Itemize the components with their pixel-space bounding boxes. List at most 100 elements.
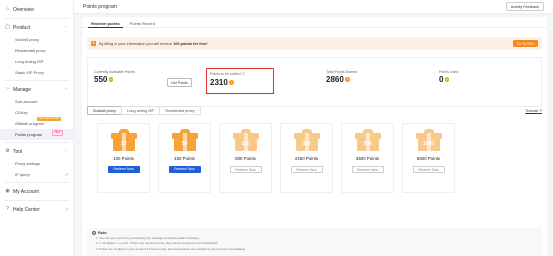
package-amount: 50 [181,141,188,147]
settled-points-value: 2310 [210,78,228,87]
commission-badge: 30% Commission [37,117,62,121]
sidebar-item-label: Static ISP Proxy [15,70,44,75]
sidebar-item-static-isp[interactable]: Static ISP Proxy [0,67,73,78]
activity-feedback-button[interactable]: Activity Feedback [505,2,544,11]
sidebar-item-points-program[interactable]: Points program NEW [0,129,73,140]
sidebar-product-label: Product [13,24,31,31]
sidebar-item-residential[interactable]: Residential proxy [0,45,73,56]
coin-icon [229,80,234,85]
tab-residential[interactable]: Residential proxy [159,106,201,115]
tool-icon: ⚙ [5,148,10,154]
package-points: 100 Points [113,156,134,161]
banner-text-bold: 100 points for free! [173,41,208,46]
package-amount: 10 [120,141,127,147]
gift-box-icon: 1000 [415,129,442,151]
stat-settled: Points to be settled ⓘ 2310 [210,72,245,87]
account-icon: ◉ [5,188,10,194]
package-points: 3500 Points [355,156,380,161]
package-card: 300 2250 Points Redeem Now [280,123,333,193]
tab-redeem-points[interactable]: Redeem points [88,17,123,28]
sidebar-item-label: Points program [15,132,43,137]
tab-socks5[interactable]: Socks5 proxy [87,106,122,115]
redeem-now-button[interactable]: Redeem Now [351,166,384,173]
gift-box-icon: 300 [293,129,320,151]
stat-available: Currently Available Points 550 [94,70,135,84]
arrow-icon: ↗ [538,109,542,113]
chevron-up-icon: ⌃ [64,149,68,154]
divider [4,182,69,183]
package-card: 1000 6500 Points Redeem Now [402,123,455,193]
go-to-fill-in-button[interactable]: Go To Fill In [513,40,538,47]
stat-value: 550 [94,75,135,84]
cube-icon: ▢ [5,24,10,30]
sidebar-tool-label: Tool [13,148,23,155]
info-banner: ★ By filling in your information you wil… [87,37,542,50]
stat-label: Currently Available Points [94,70,135,74]
package-card: 10 100 Points Redeem Now [97,123,150,193]
info-icon: ⓘ [241,72,246,76]
rules-title: i Rule: [92,231,537,235]
sidebar-item-socks5[interactable]: Socks5 proxy [0,34,73,45]
coin-icon [444,77,450,82]
sidebar-item-affiliate[interactable]: 30% Commission Affiliate program [0,117,73,129]
package-amount: 1000 [422,141,435,147]
sidebar-tool[interactable]: ⚙ Tool ⌃ [0,145,73,158]
user-icon: ◔ [5,86,10,92]
rule-line: 1. You can earn points by purchasing any… [96,236,200,241]
home-icon: ⌂ [5,6,10,12]
sidebar-help-center[interactable]: ? Help Center ↗ [0,203,73,216]
gift-box-icon: 100 [232,129,259,151]
rule-line: 2. 1 US dollars = 1 point. If there are … [96,241,219,246]
package-amount: 100 [241,141,250,147]
points-stats: Currently Available Points 550 Get Point… [87,57,542,107]
sidebar-item-label: Residential proxy [15,48,46,53]
earned-points-value: 2860 [326,75,344,84]
stat-earned: Total Points Earned 2860 [326,70,357,84]
package-amount: 300 [302,141,311,147]
help-icon: ? [6,206,9,212]
sidebar-item-label: Proxy settings [15,161,41,166]
stat-label: Points Used [439,70,459,74]
gift-box-icon: 500 [354,129,381,151]
redeem-now-button[interactable]: Redeem Now [412,166,445,173]
tutorial-label: Tutorial [525,109,538,113]
package-card: 500 3500 Points Redeem Now [341,123,394,193]
sidebar-product[interactable]: ▢ Product ⌃ [0,21,73,34]
tutorial-link[interactable]: Tutorial ↗ [525,108,542,113]
banner-text-prefix: By filling in your information you will … [99,41,174,46]
info-icon: i [92,231,96,235]
sidebar-item-label: Socks5 proxy [15,37,40,42]
tab-bar: Redeem points Points Record [82,17,547,28]
chevron-up-icon: ⌃ [64,87,68,92]
sidebar-item-sub-account[interactable]: Sub-account [0,96,73,107]
redeem-now-button[interactable]: Redeem Now [290,166,323,173]
redeem-now-button[interactable]: Redeem Now [168,166,201,173]
divider [4,142,69,143]
sidebar-manage-label: Manage [13,86,32,93]
get-points-button[interactable]: Get Points [167,78,192,87]
package-card: 50 450 Points Redeem Now [158,123,211,193]
divider [4,18,69,19]
stat-value: 2310 [210,78,245,87]
tab-points-record[interactable]: Points Record [127,17,158,28]
tab-long-acting-isp[interactable]: Long acting ISP [121,106,161,115]
redeem-now-button[interactable]: Redeem Now [107,166,140,173]
sidebar-item-proxy-settings[interactable]: Proxy settings [0,158,73,169]
rules-panel: i Rule: 1. You can earn points by purchas… [87,228,542,256]
sidebar-manage[interactable]: ◔ Manage ⌃ [0,83,73,96]
sidebar-item-long-acting-isp[interactable]: Long Acting ISP [0,56,73,67]
topbar: Points program Activity Feedback [74,0,553,14]
rule-line: 3. Points are credited to your account 2… [96,246,246,251]
stat-value: 2860 [326,75,357,84]
stat-value: 0 [439,75,458,84]
product-tabs: Socks5 proxy Long acting ISP Residential… [87,106,201,115]
redeem-now-button[interactable]: Redeem Now [229,166,262,173]
sidebar-item-ip-query[interactable]: IP query ↗ [0,169,73,180]
chevron-up-icon: ⌃ [64,25,68,30]
sidebar-overview[interactable]: ⌂ Overview [0,3,73,16]
rules-title-text: Rule: [98,231,108,235]
new-badge: NEW [51,130,63,136]
sidebar-my-account[interactable]: ◉ My Account [0,185,73,198]
external-link-icon: ↗ [64,172,68,177]
divider [4,80,69,81]
